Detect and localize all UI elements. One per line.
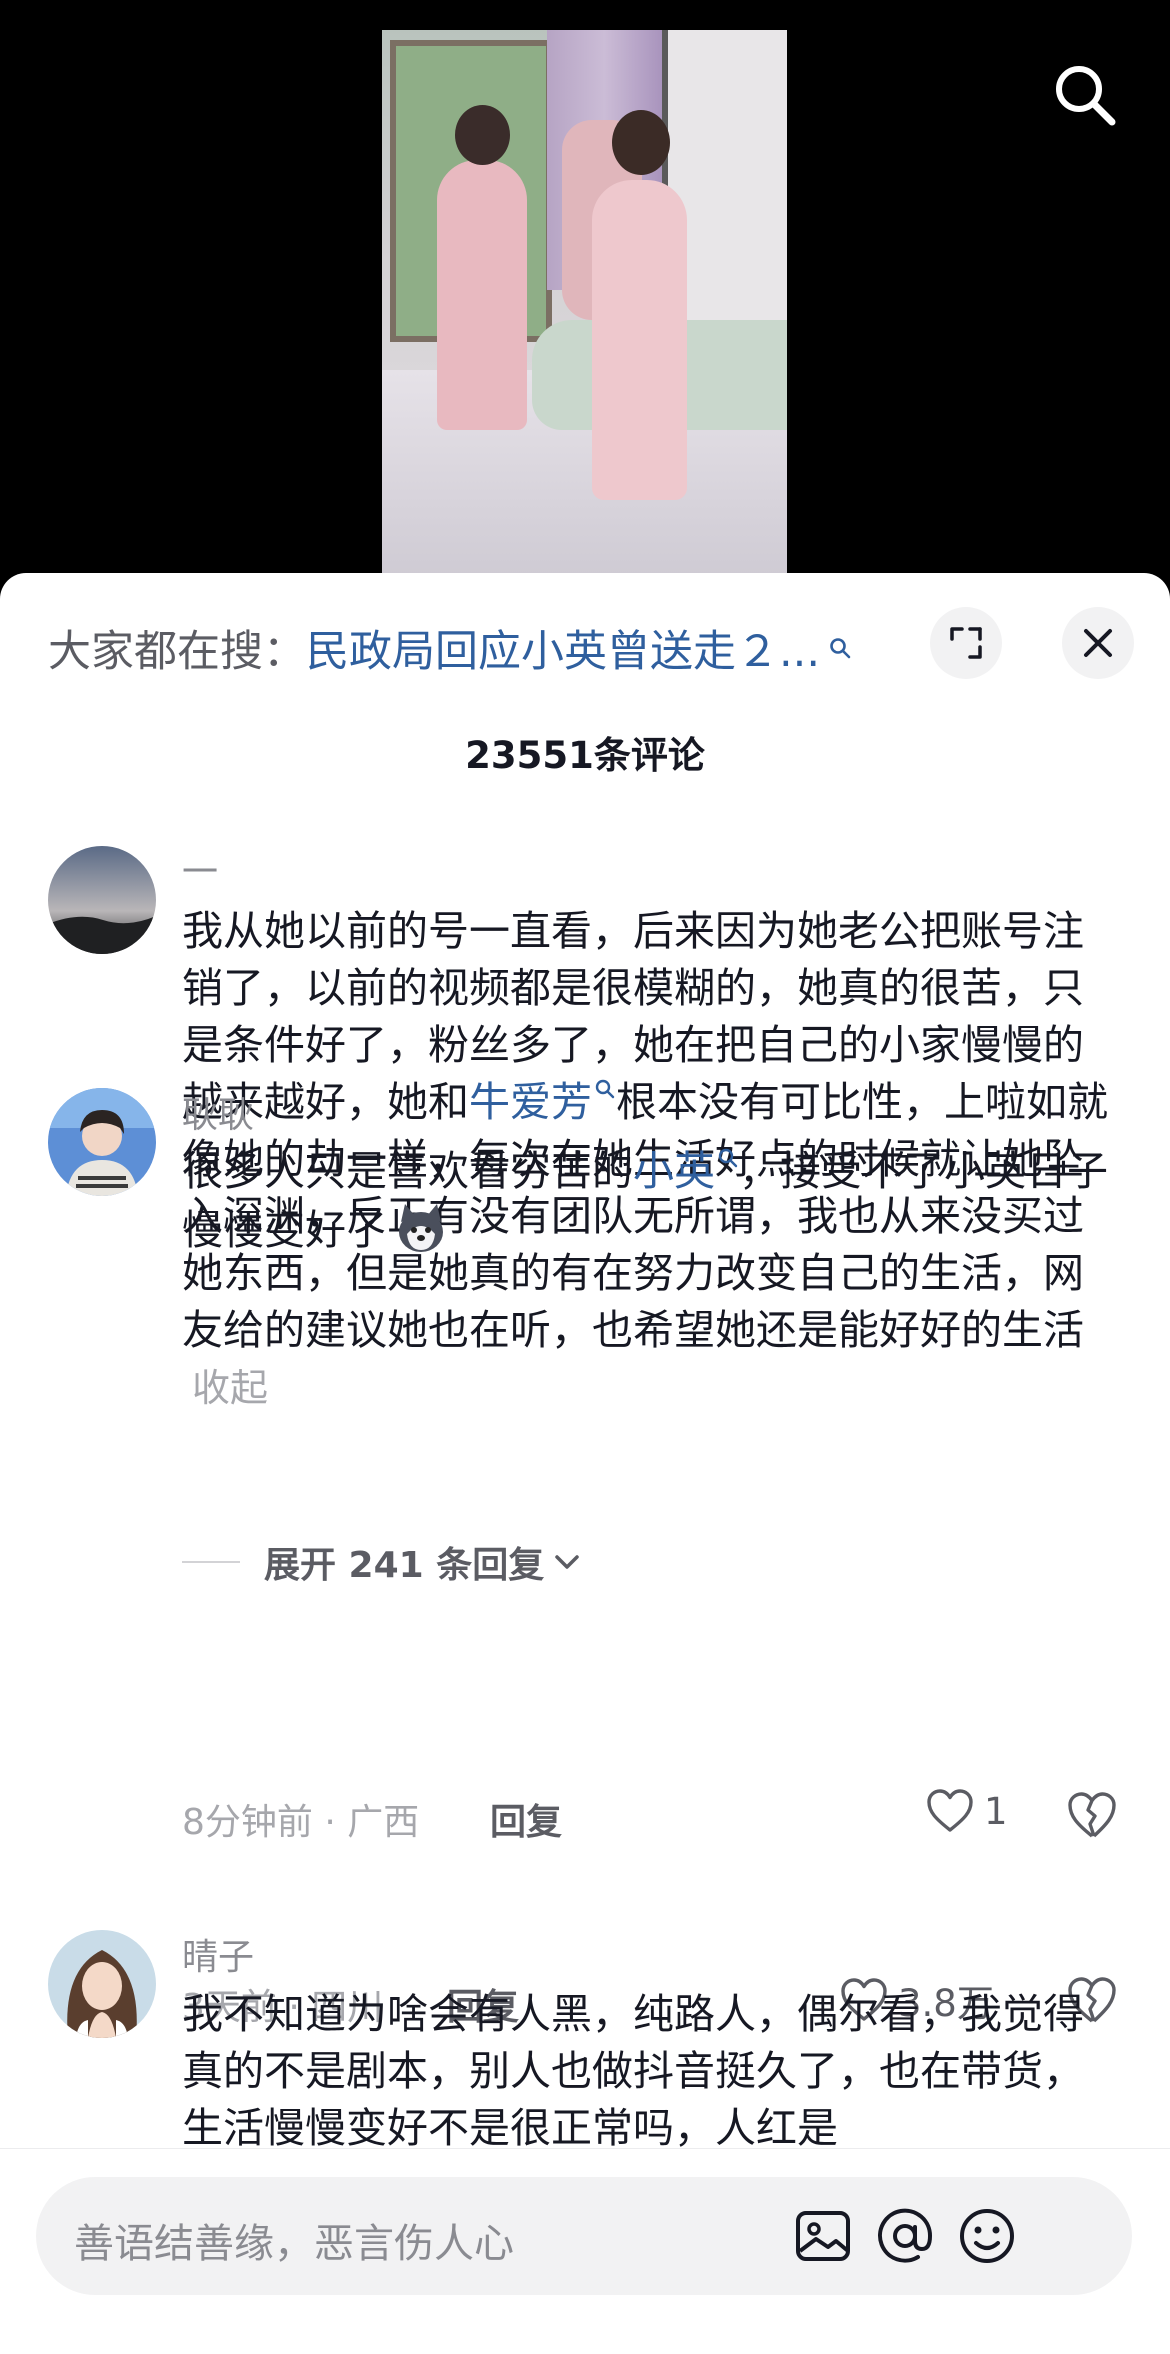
hot-search-prefix: 大家都在搜： bbox=[48, 627, 306, 677]
expand-replies-button[interactable]: 展开 241 条回复 bbox=[182, 1536, 584, 1588]
comment-username[interactable]: 一 bbox=[182, 843, 218, 895]
close-icon bbox=[1084, 629, 1112, 657]
like-button[interactable]: 1 bbox=[926, 1788, 1008, 1834]
comment-count: 23551条评论 bbox=[465, 734, 705, 777]
emoji-icon[interactable] bbox=[954, 2203, 1020, 2269]
comment-sheet: 大家都在搜： 民政局回应小英曾送走２... 23551条评论 一 我从她以前的号… bbox=[0, 573, 1170, 2354]
comment-text: 我不知道为啥会有人黑，纯路人，偶尔看，我觉得真的不是剧本，别人也做抖音挺久了，也… bbox=[182, 1990, 1084, 2152]
comment-input-placeholder: 善语结善缘，恶言伤人心 bbox=[74, 2221, 514, 2267]
comment-keyword-link[interactable]: 牛爱芳 bbox=[469, 1078, 592, 1126]
avatar[interactable] bbox=[48, 1088, 156, 1196]
broken-heart-icon bbox=[1068, 1792, 1116, 1838]
heart-icon bbox=[927, 1789, 973, 1832]
video-player[interactable] bbox=[0, 0, 1170, 590]
expand-replies-label: 展开 241 条回复 bbox=[264, 1545, 545, 1586]
video-child-left bbox=[437, 105, 527, 430]
divider-line bbox=[182, 1561, 240, 1563]
avatar[interactable] bbox=[48, 1930, 156, 2038]
comment-username[interactable]: 耿耿 bbox=[182, 1086, 254, 1138]
hot-search-bar[interactable]: 大家都在搜： 民政局回应小英曾送走２... bbox=[48, 613, 908, 683]
comment-text-part: 很多人只是喜欢看穷苦的 bbox=[182, 1147, 633, 1195]
expand-button[interactable] bbox=[930, 607, 1002, 679]
small-search-icon bbox=[830, 638, 851, 659]
expand-icon bbox=[950, 627, 982, 659]
collapse-button[interactable]: 收起 bbox=[192, 1366, 268, 1410]
keyword-search-icon bbox=[595, 1079, 615, 1099]
like-count: 1 bbox=[984, 1789, 1008, 1833]
comment-text: 很多人只是喜欢看穷苦的小英 ，接受不了小英日子慢慢变好了 bbox=[182, 1143, 1122, 1259]
comment-input[interactable]: 善语结善缘，恶言伤人心 bbox=[36, 2177, 1132, 2295]
search-icon[interactable] bbox=[1050, 60, 1120, 130]
reply-button[interactable]: 回复 bbox=[490, 1793, 562, 1845]
chevron-down-icon bbox=[555, 1555, 579, 1569]
at-icon[interactable] bbox=[872, 2203, 938, 2269]
comment-input-bar: 善语结善缘，恶言伤人心 bbox=[0, 2148, 1170, 2354]
comment-keyword-link[interactable]: 小英 bbox=[633, 1147, 715, 1195]
husky-emoji-icon bbox=[399, 1204, 443, 1252]
hot-search-link[interactable]: 民政局回应小英曾送走２... bbox=[306, 617, 820, 679]
comment-username[interactable]: 晴子 bbox=[182, 1928, 254, 1980]
avatar[interactable] bbox=[48, 846, 156, 954]
image-icon[interactable] bbox=[790, 2203, 856, 2269]
video-frame[interactable] bbox=[382, 30, 787, 575]
comment-meta: 8分钟前 · 广西 bbox=[182, 1802, 420, 1843]
dislike-button[interactable] bbox=[1066, 1790, 1118, 1842]
keyword-search-icon bbox=[718, 1148, 738, 1168]
close-button[interactable] bbox=[1062, 607, 1134, 679]
video-child-right bbox=[592, 110, 687, 500]
